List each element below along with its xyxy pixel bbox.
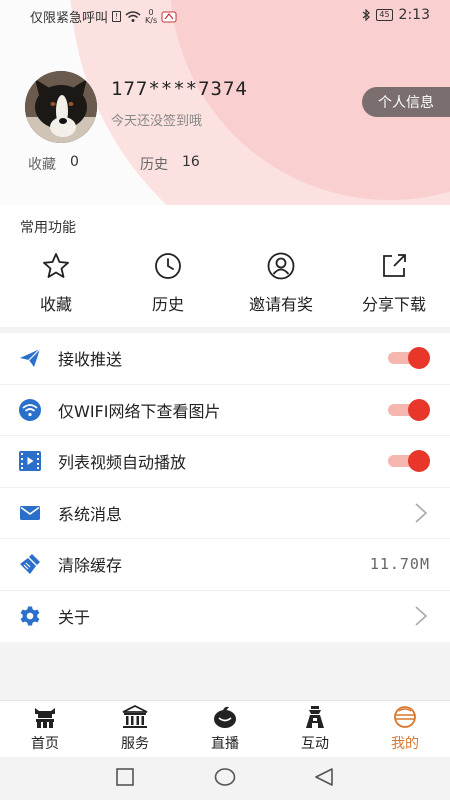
profile-header: 177****7374 今天还没签到哦 个人信息 收藏 0 历史 16 — [0, 0, 450, 205]
quick-item-history[interactable]: 历史 — [112, 251, 224, 315]
stat-label: 收藏 — [28, 157, 56, 173]
nav-tab-interact[interactable]: 互动 — [270, 705, 360, 753]
chevron-right-icon — [415, 503, 428, 523]
recents-button-icon[interactable] — [116, 768, 134, 786]
stat-value: 16 — [182, 154, 200, 170]
quick-item-label: 分享下载 — [361, 295, 426, 314]
broom-icon — [20, 554, 40, 574]
stat-value: 0 — [70, 154, 79, 170]
profile-info-button[interactable]: 个人信息 — [362, 87, 450, 117]
battery-icon: 45 — [376, 9, 393, 21]
nav-tab-home[interactable]: 首页 — [0, 705, 90, 753]
gear-icon — [20, 606, 40, 625]
nav-label: 互动 — [301, 736, 329, 752]
stat-favorites[interactable]: 收藏 0 — [28, 154, 140, 174]
star-icon — [43, 253, 69, 278]
autoplay-toggle[interactable] — [386, 450, 430, 473]
mail-icon — [20, 505, 40, 520]
home-building-icon — [35, 708, 55, 728]
setting-row-messages[interactable]: 系统消息 — [0, 488, 450, 539]
setting-label: 接收推送 — [58, 350, 123, 370]
setting-label: 仅WIFI网络下查看图片 — [58, 401, 221, 421]
setting-label: 清除缓存 — [58, 556, 123, 576]
setting-row-wifi-images[interactable]: 仅WIFI网络下查看图片 — [0, 385, 450, 436]
quick-item-label: 收藏 — [39, 295, 72, 314]
username: 177****7374 — [111, 78, 248, 100]
quick-item-label: 历史 — [151, 295, 184, 314]
nav-label: 我的 — [391, 736, 419, 752]
live-icon — [214, 706, 236, 728]
nav-tab-live[interactable]: 直播 — [180, 705, 270, 753]
wifi-icon — [19, 398, 41, 421]
nav-tab-mine[interactable]: 我的 — [360, 705, 450, 753]
quick-item-invite[interactable]: 邀请有奖 — [225, 251, 337, 315]
cache-size: 11.70M — [369, 555, 430, 574]
bottom-nav: 首页 服务 直播 互动 我的 — [0, 700, 450, 757]
system-nav-bar — [0, 757, 450, 800]
quick-item-favorites[interactable]: 收藏 — [0, 251, 112, 315]
setting-label: 列表视频自动播放 — [58, 453, 187, 473]
nav-label: 服务 — [121, 736, 149, 752]
setting-row-push[interactable]: 接收推送 — [0, 333, 450, 385]
user-circle-icon — [267, 252, 295, 280]
quick-item-label: 邀请有奖 — [248, 295, 313, 314]
signin-status[interactable]: 今天还没签到哦 — [111, 110, 202, 129]
setting-label: 关于 — [58, 608, 91, 628]
avatar[interactable] — [25, 71, 97, 143]
bluetooth-icon — [362, 9, 371, 21]
stat-history[interactable]: 历史 16 — [140, 154, 252, 174]
nav-tab-service[interactable]: 服务 — [90, 705, 180, 753]
setting-row-about[interactable]: 关于 — [0, 591, 450, 643]
chevron-right-icon — [415, 606, 428, 626]
home-button-icon[interactable] — [214, 768, 236, 786]
tower-icon — [306, 706, 324, 728]
paper-plane-icon — [20, 348, 41, 367]
clock-icon — [155, 253, 181, 279]
video-icon — [19, 451, 41, 471]
quick-functions: 常用功能 收藏 历史 邀请有奖 分享下载 — [0, 205, 450, 327]
wifi-images-toggle[interactable] — [386, 398, 430, 421]
quick-item-share[interactable]: 分享下载 — [338, 251, 450, 315]
share-icon — [383, 254, 406, 277]
back-button-icon[interactable] — [314, 768, 334, 786]
setting-row-clear-cache[interactable]: 清除缓存 11.70M — [0, 539, 450, 591]
setting-label: 系统消息 — [58, 504, 123, 524]
net-speed: 0 K/s — [145, 7, 158, 25]
settings-list: 接收推送 仅WIFI网络下查看图片 列表视频自动播放 系统消息 清除缓存 11.… — [0, 333, 450, 642]
stat-label: 历史 — [140, 157, 168, 173]
setting-row-autoplay[interactable]: 列表视频自动播放 — [0, 436, 450, 488]
app-notification-icon — [161, 11, 177, 22]
clock-time: 2:13 — [398, 7, 430, 23]
section-title: 常用功能 — [20, 220, 76, 236]
nav-label: 直播 — [211, 736, 239, 752]
nav-label: 首页 — [31, 736, 59, 752]
push-toggle[interactable] — [386, 347, 430, 370]
wifi-status-icon — [125, 10, 141, 22]
service-building-icon — [122, 705, 148, 728]
profile-stats: 收藏 0 历史 16 — [28, 154, 252, 174]
status-bar: 仅限紧急呼叫 ! 0 K/s 45 2:13 — [0, 0, 450, 30]
carrier-text: 仅限紧急呼叫 — [30, 11, 109, 26]
mine-icon — [394, 706, 416, 728]
sim-alert-icon: ! — [112, 11, 122, 22]
